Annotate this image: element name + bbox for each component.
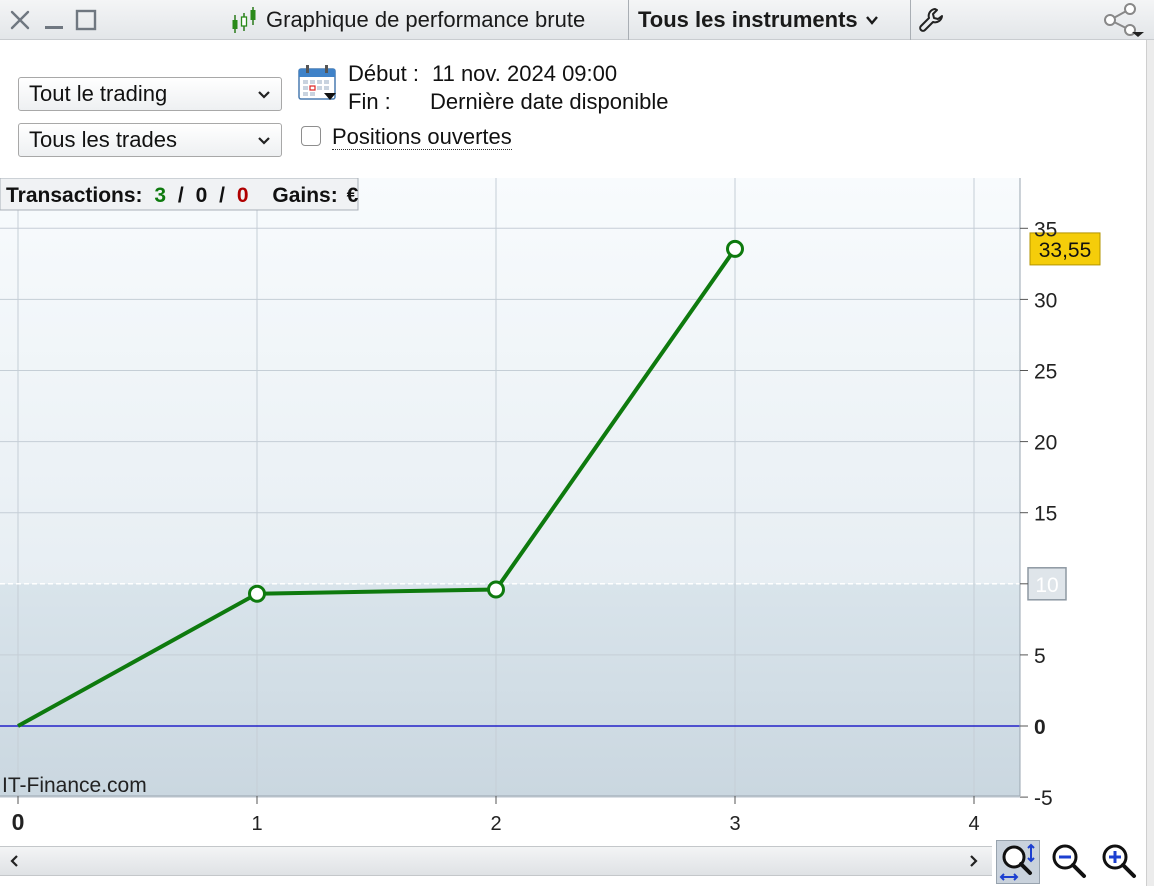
last-value-label: 33,55 bbox=[1039, 239, 1092, 262]
title-separator bbox=[910, 0, 911, 40]
trading-select[interactable]: Tout le trading bbox=[18, 77, 282, 111]
zoom-out-button[interactable] bbox=[1048, 840, 1092, 884]
maximize-icon[interactable] bbox=[72, 6, 100, 34]
trades-select[interactable]: Tous les trades bbox=[18, 123, 282, 157]
end-value: Dernière date disponible bbox=[430, 89, 669, 114]
zoom-fit-button[interactable] bbox=[996, 840, 1040, 884]
chevron-down-icon bbox=[258, 137, 270, 145]
gains-unit: € bbox=[347, 184, 359, 207]
stats-separator: / bbox=[219, 184, 225, 207]
trading-select-value: Tout le trading bbox=[29, 81, 168, 106]
performance-chart: 10 33,55 -50515202530350 1 2 3 4 Transaction… bbox=[0, 178, 1101, 835]
x-tick-label: 1 bbox=[251, 813, 262, 835]
data-point[interactable] bbox=[487, 580, 505, 599]
wrench-icon[interactable] bbox=[918, 6, 946, 34]
open-positions-checkbox[interactable] bbox=[301, 126, 321, 146]
y-tick-label: -5 bbox=[1034, 787, 1053, 810]
watermark: IT-Finance.com bbox=[2, 774, 147, 797]
start-value: 11 nov. 2024 09:00 bbox=[432, 61, 618, 86]
minimize-icon[interactable] bbox=[40, 6, 68, 34]
window-title: Graphique de performance brute bbox=[230, 0, 585, 40]
reference-label: 10 bbox=[1035, 574, 1058, 597]
scroll-right-arrow[interactable] bbox=[962, 850, 984, 872]
svg-text:Transactions: 3 /: Transactions: 3 / 0 / 0 Gains: € bbox=[6, 184, 359, 207]
date-range: Début : 11 nov. 2024 09:00 Fin : Dernièr… bbox=[348, 60, 669, 116]
instruments-dropdown[interactable]: Tous les instruments bbox=[638, 0, 880, 40]
chevron-down-icon bbox=[865, 16, 878, 25]
plot-background-lower bbox=[0, 583, 1020, 796]
calendar-icon[interactable] bbox=[298, 64, 338, 102]
neutral-count: 0 bbox=[196, 184, 208, 207]
zoom-fit-icon bbox=[999, 843, 1035, 881]
instruments-dropdown-label: Tous les instruments bbox=[638, 7, 858, 32]
end-label: Fin : bbox=[348, 89, 391, 114]
y-tick-label: 20 bbox=[1034, 432, 1057, 455]
y-tick-label: 15 bbox=[1034, 503, 1057, 526]
title-bar: Graphique de performance brute Tous les … bbox=[0, 0, 1154, 40]
y-tick-label: 5 bbox=[1034, 645, 1046, 668]
window-title-text: Graphique de performance brute bbox=[266, 7, 586, 32]
open-positions-label[interactable]: Positions ouvertes bbox=[332, 125, 512, 150]
candlestick-icon bbox=[232, 7, 256, 33]
zoom-in-icon bbox=[1102, 844, 1136, 878]
scroll-left-arrow[interactable] bbox=[4, 850, 26, 872]
close-icon[interactable] bbox=[6, 6, 34, 34]
wins-count: 3 bbox=[154, 184, 166, 207]
x-tick-label: 2 bbox=[490, 813, 501, 835]
y-tick-label: 30 bbox=[1034, 289, 1057, 312]
y-tick-label: 0 bbox=[1034, 716, 1046, 739]
chevron-down-icon bbox=[258, 91, 270, 99]
y-tick-label: 25 bbox=[1034, 361, 1057, 384]
transactions-stats: Transactions: 3 / 0 / 0 Gains: € bbox=[0, 178, 359, 211]
trades-select-value: Tous les trades bbox=[29, 127, 177, 152]
start-label: Début : bbox=[348, 61, 419, 86]
title-separator bbox=[628, 0, 629, 40]
stats-separator: / bbox=[178, 184, 184, 207]
share-icon[interactable] bbox=[1100, 2, 1146, 38]
zoom-out-icon bbox=[1052, 844, 1086, 878]
y-tick-label: 35 bbox=[1034, 218, 1057, 241]
data-point[interactable] bbox=[726, 239, 744, 258]
zoom-in-button[interactable] bbox=[1098, 840, 1142, 884]
losses-count: 0 bbox=[237, 184, 249, 207]
x-tick-label: 4 bbox=[968, 813, 979, 835]
gains-label: Gains: bbox=[272, 184, 337, 207]
data-point[interactable] bbox=[248, 584, 266, 603]
horizontal-scrollbar[interactable] bbox=[0, 846, 992, 876]
plot-background-upper bbox=[0, 178, 1020, 584]
x-tick-label: 3 bbox=[729, 813, 740, 835]
transactions-label: Transactions: bbox=[6, 184, 143, 207]
x-tick-label: 0 bbox=[12, 809, 25, 835]
